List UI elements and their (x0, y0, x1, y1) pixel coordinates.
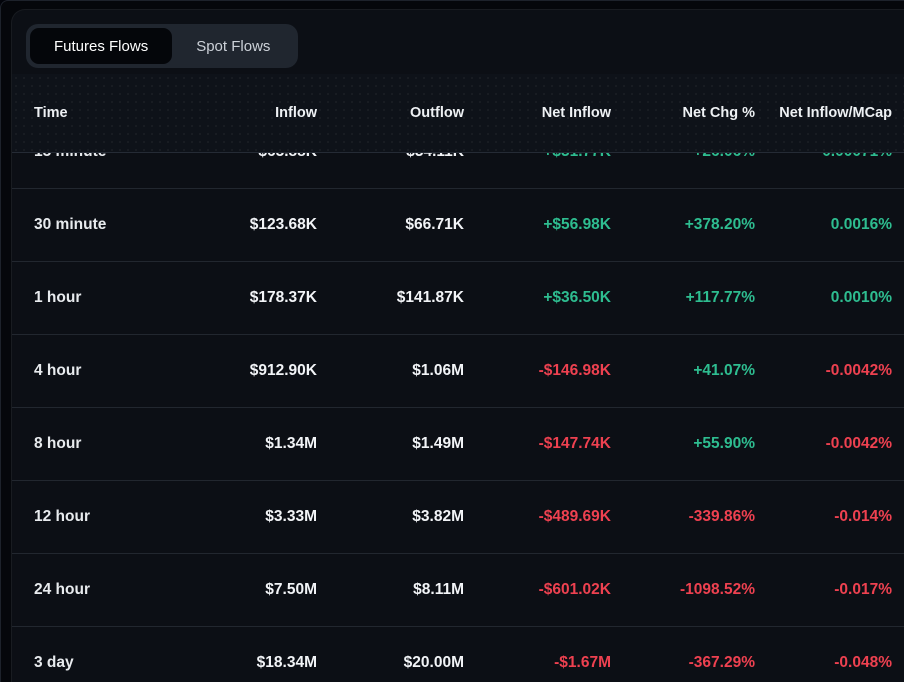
cell-inflow: $18.34M (184, 654, 317, 672)
table-row: 4 hour $912.90K $1.06M -$146.98K +41.07%… (12, 335, 904, 408)
cell-time: 12 hour (34, 508, 184, 526)
cell-net-inflow: -$489.69K (464, 508, 611, 526)
table-row: 24 hour $7.50M $8.11M -$601.02K -1098.52… (12, 554, 904, 627)
col-header-net-chg: Net Chg % (611, 105, 755, 121)
cell-net-inflow: +$56.98K (464, 216, 611, 234)
cell-net-inflow: -$601.02K (464, 581, 611, 599)
cell-inflow: $3.33M (184, 508, 317, 526)
cell-net-chg: -367.29% (611, 654, 755, 672)
cell-inflow: $7.50M (184, 581, 317, 599)
cell-net-inflow-mcap: -0.0042% (755, 362, 892, 380)
cell-net-inflow-mcap: -0.014% (755, 508, 892, 526)
cell-time: 24 hour (34, 581, 184, 599)
cell-time: 30 minute (34, 216, 184, 234)
col-header-inflow: Inflow (184, 105, 317, 121)
cell-outflow: $66.71K (317, 216, 464, 234)
cell-net-inflow-mcap: -0.017% (755, 581, 892, 599)
cell-outflow: $3.82M (317, 508, 464, 526)
cell-time: 1 hour (34, 289, 184, 307)
cell-net-inflow-mcap: 0.0016% (755, 216, 892, 234)
col-header-net-inflow: Net Inflow (464, 105, 611, 121)
col-header-net-inflow-mcap: Net Inflow/MCap (755, 105, 892, 121)
app-window: Futures Flows Spot Flows Time Inflow Out… (0, 0, 904, 682)
flows-table: Time Inflow Outflow Net Inflow Net Chg %… (12, 74, 904, 682)
cell-net-chg: -339.86% (611, 508, 755, 526)
cell-time: 4 hour (34, 362, 184, 380)
tab-futures-flows[interactable]: Futures Flows (30, 28, 172, 64)
cell-net-chg: +378.20% (611, 216, 755, 234)
table-row: 3 day $18.34M $20.00M -$1.67M -367.29% -… (12, 627, 904, 682)
col-header-outflow: Outflow (317, 105, 464, 121)
cell-inflow: $123.68K (184, 216, 317, 234)
cell-inflow: $1.34M (184, 435, 317, 453)
cell-outflow: $8.11M (317, 581, 464, 599)
table-row: 8 hour $1.34M $1.49M -$147.74K +55.90% -… (12, 408, 904, 481)
flows-tab-group: Futures Flows Spot Flows (26, 24, 298, 68)
cell-net-chg: -1098.52% (611, 581, 755, 599)
cell-net-inflow: -$1.67M (464, 654, 611, 672)
cell-inflow: $178.37K (184, 289, 317, 307)
cell-net-inflow: -$147.74K (464, 435, 611, 453)
cell-net-inflow: -$146.98K (464, 362, 611, 380)
cell-outflow: $1.49M (317, 435, 464, 453)
table-header-row: Time Inflow Outflow Net Inflow Net Chg %… (12, 74, 904, 153)
table-body: 15 minute $65.88K $34.11K +$31.77K +26.0… (12, 116, 904, 682)
cell-net-chg: +41.07% (611, 362, 755, 380)
cell-net-inflow: +$36.50K (464, 289, 611, 307)
col-header-time: Time (34, 105, 184, 121)
table-row: 30 minute $123.68K $66.71K +$56.98K +378… (12, 189, 904, 262)
cell-time: 8 hour (34, 435, 184, 453)
table-row: 1 hour $178.37K $141.87K +$36.50K +117.7… (12, 262, 904, 335)
cell-outflow: $141.87K (317, 289, 464, 307)
flows-card: Futures Flows Spot Flows Time Inflow Out… (11, 9, 904, 682)
table-row: 12 hour $3.33M $3.82M -$489.69K -339.86%… (12, 481, 904, 554)
cell-net-chg: +55.90% (611, 435, 755, 453)
cell-net-inflow-mcap: 0.0010% (755, 289, 892, 307)
cell-time: 3 day (34, 654, 184, 672)
cell-outflow: $20.00M (317, 654, 464, 672)
cell-outflow: $1.06M (317, 362, 464, 380)
cell-net-inflow-mcap: -0.048% (755, 654, 892, 672)
cell-net-inflow-mcap: -0.0042% (755, 435, 892, 453)
tab-spot-flows[interactable]: Spot Flows (172, 28, 294, 64)
cell-net-chg: +117.77% (611, 289, 755, 307)
cell-inflow: $912.90K (184, 362, 317, 380)
